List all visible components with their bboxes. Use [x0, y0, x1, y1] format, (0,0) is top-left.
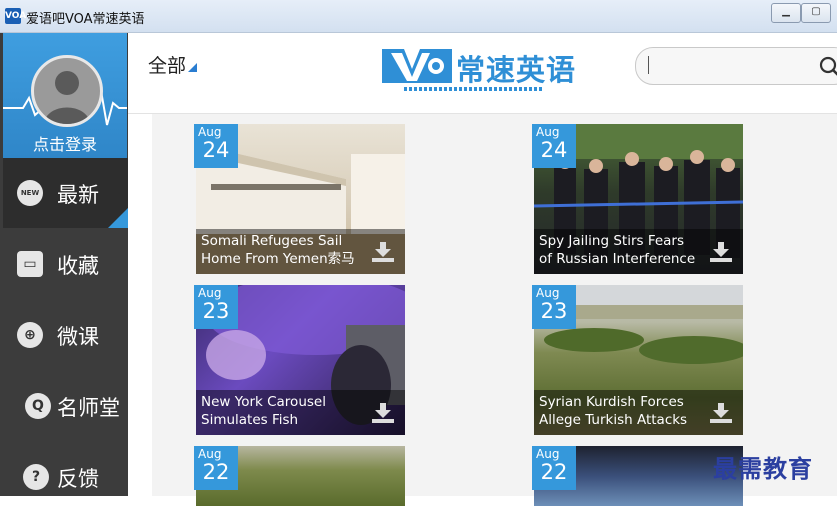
- login-link[interactable]: 点击登录: [3, 131, 127, 155]
- date-badge: Aug 24: [194, 124, 238, 168]
- window-title: 爱语吧VOA常速英语: [26, 12, 145, 27]
- category-filter[interactable]: 全部: [148, 51, 198, 78]
- download-icon[interactable]: [371, 241, 395, 263]
- sidebar-item-label: 反馈: [57, 467, 99, 491]
- minimize-button[interactable]: ▁: [771, 3, 801, 23]
- logo-text: 常速英语: [456, 53, 577, 87]
- sidebar-item-label: 名师堂: [57, 396, 120, 420]
- date-badge: Aug 22: [194, 446, 238, 490]
- sidebar-item-label: 收藏: [57, 254, 99, 278]
- text-caret: [648, 56, 649, 74]
- article-caption[interactable]: New York Carousel Simulates Fish: [196, 390, 405, 435]
- app-icon: VOA: [5, 8, 26, 24]
- new-badge-icon: NEW: [17, 180, 43, 206]
- date-day: 24: [540, 138, 568, 162]
- date-badge: Aug 23: [194, 285, 238, 329]
- user-silhouette-icon: [44, 71, 90, 124]
- search-input[interactable]: [635, 47, 837, 85]
- search-icon[interactable]: [818, 55, 837, 79]
- article-grid: Aug 24 Somali Refugees Sail Home From Ye…: [152, 114, 837, 506]
- date-badge: Aug 23: [532, 285, 576, 329]
- date-month: Aug: [198, 125, 222, 139]
- sidebar-item-label: 最新: [57, 183, 99, 207]
- article-caption[interactable]: Spy Jailing Stirs Fears of Russian Inter…: [534, 229, 743, 274]
- article-caption[interactable]: Somali Refugees Sail Home From Yemen索马: [196, 229, 405, 274]
- title-bar: VOA 爱语吧VOA常速英语 ▁ ▢: [0, 0, 837, 33]
- crosshair-icon: ⊕: [17, 322, 43, 348]
- article-title[interactable]: Somali Refugees Sail Home From Yemen索马: [201, 232, 363, 268]
- sidebar-item-latest[interactable]: NEW 最新: [3, 158, 128, 228]
- date-badge: Aug 22: [532, 446, 576, 490]
- sidebar-item-feedback[interactable]: ? 反馈: [3, 442, 128, 512]
- avatar[interactable]: [31, 55, 103, 127]
- date-day: 23: [540, 299, 568, 323]
- download-icon[interactable]: [709, 241, 733, 263]
- box-icon: ▭: [17, 251, 43, 277]
- sidebar-item-teachers[interactable]: Q 名师堂: [3, 371, 128, 441]
- date-day: 22: [540, 460, 568, 484]
- date-month: Aug: [198, 447, 222, 461]
- profile-panel[interactable]: 点击登录: [3, 33, 127, 158]
- date-day: 24: [202, 138, 230, 162]
- q-icon: Q: [25, 393, 51, 419]
- question-icon: ?: [23, 464, 49, 490]
- logo-underline-decoration: [404, 87, 544, 91]
- date-day: 23: [202, 299, 230, 323]
- sidebar-item-label: 微课: [57, 325, 99, 349]
- dropdown-corner-icon: [188, 63, 198, 72]
- date-month: Aug: [536, 125, 560, 139]
- date-month: Aug: [198, 286, 222, 300]
- article-title[interactable]: Spy Jailing Stirs Fears of Russian Inter…: [539, 232, 701, 268]
- header: 全部 常速英语: [128, 33, 837, 114]
- date-month: Aug: [536, 447, 560, 461]
- sidebar: 点击登录 NEW 最新 ▭ 收藏 ⊕ 微课 Q 名师堂 ? 反馈: [0, 33, 128, 496]
- date-day: 22: [202, 460, 230, 484]
- download-icon[interactable]: [371, 402, 395, 424]
- article-caption[interactable]: Syrian Kurdish Forces Allege Turkish Att…: [534, 390, 743, 435]
- maximize-button[interactable]: ▢: [801, 3, 831, 23]
- download-icon[interactable]: [709, 402, 733, 424]
- sidebar-item-microcourse[interactable]: ⊕ 微课: [3, 300, 128, 370]
- filter-label: 全部: [148, 55, 187, 77]
- active-indicator: [108, 208, 128, 228]
- date-badge: Aug 24: [532, 124, 576, 168]
- sidebar-item-favorites[interactable]: ▭ 收藏: [3, 229, 128, 299]
- watermark-text: 最需教育: [713, 454, 813, 483]
- article-title[interactable]: Syrian Kurdish Forces Allege Turkish Att…: [539, 393, 701, 429]
- date-month: Aug: [536, 286, 560, 300]
- article-title[interactable]: New York Carousel Simulates Fish: [201, 393, 363, 429]
- voa-logo-icon: [382, 49, 452, 83]
